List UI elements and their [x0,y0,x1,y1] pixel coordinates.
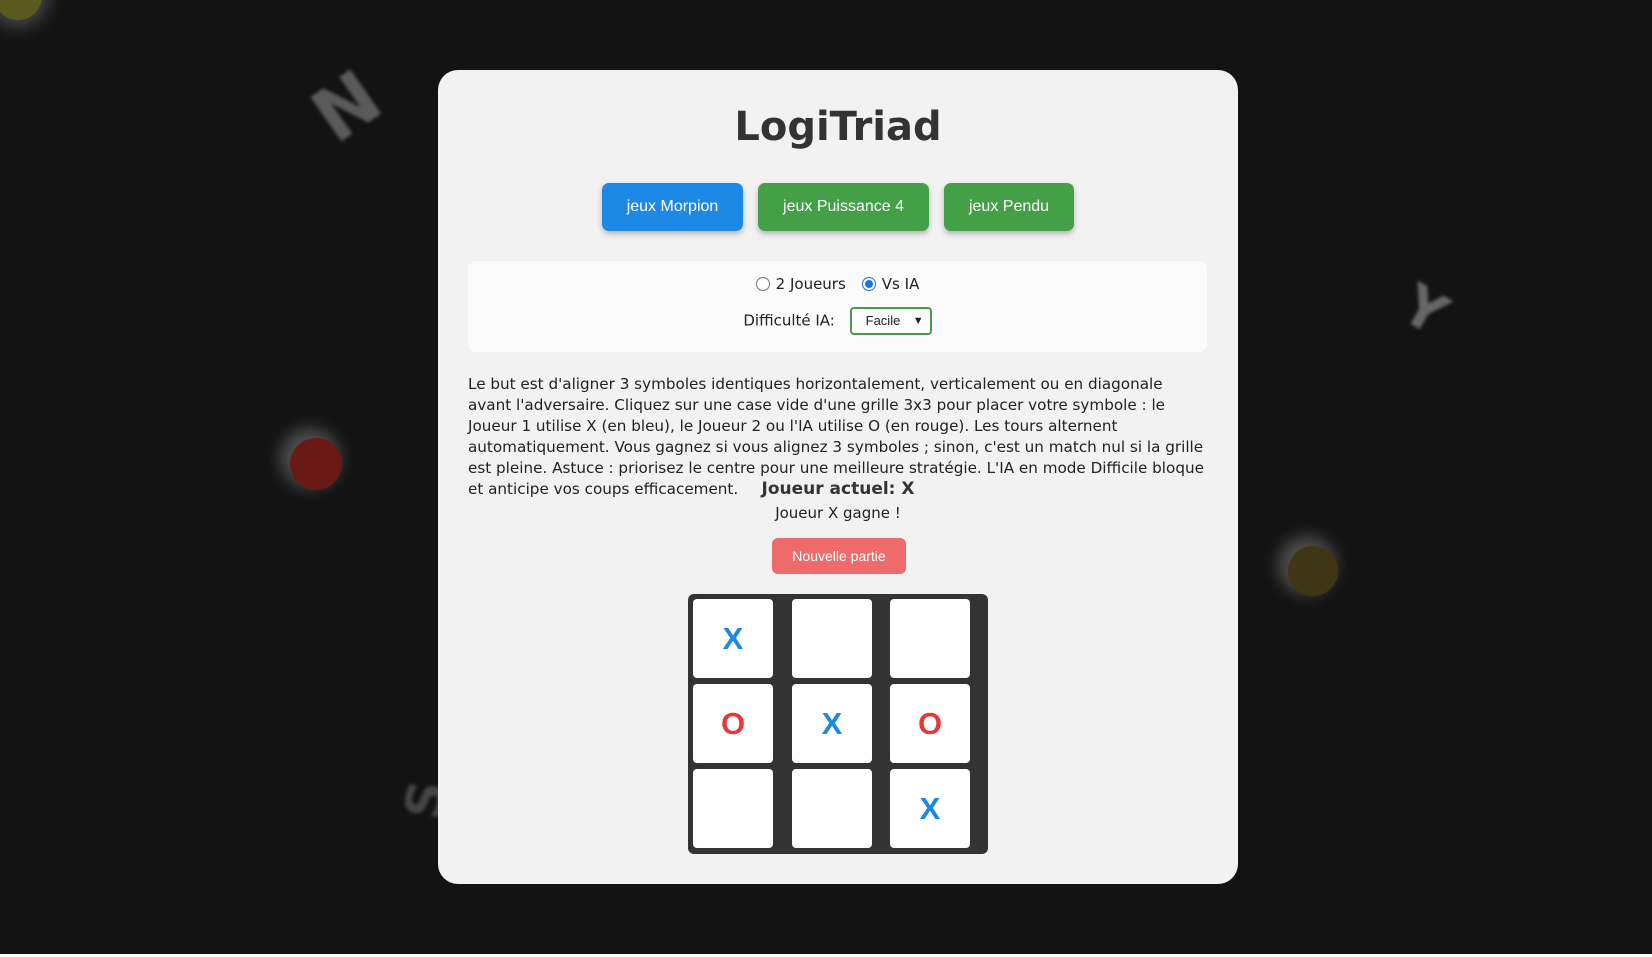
vs-ai-label[interactable]: Vs IA [882,275,920,293]
chevron-down-icon: ▼ [912,315,924,327]
tab-puissance-4[interactable]: jeux Puissance 4 [758,183,929,231]
board-cell[interactable]: X [693,599,773,678]
board-cell[interactable]: O [693,684,773,763]
background-yellow-token [0,0,42,20]
page-title: LogiTriad [734,104,942,150]
board-cell[interactable] [792,769,872,848]
two-players-radio[interactable] [755,276,770,291]
background-red-token [290,438,342,490]
difficulty-label: Difficulté IA: [743,311,835,330]
game-options-panel: 2 Joueurs Vs IA Difficulté IA: Facile ▼ [468,261,1207,352]
board-cell[interactable] [792,599,872,678]
background-letter-y: Y [1390,272,1459,349]
two-players-label[interactable]: 2 Joueurs [776,275,846,293]
board-cell[interactable]: O [890,684,970,763]
board-cell[interactable] [890,599,970,678]
background-yellow-token [1288,546,1338,596]
board-cell[interactable] [693,769,773,848]
vs-ai-radio[interactable] [861,276,876,291]
current-player: Joueur actuel: X [761,479,915,499]
board-cell[interactable]: X [890,769,970,848]
tab-morpion[interactable]: jeux Morpion [602,183,743,231]
difficulty-row: Difficulté IA: Facile ▼ [468,307,1207,335]
new-game-button[interactable]: Nouvelle partie [772,538,906,574]
difficulty-value: Facile [865,313,901,328]
board-cell[interactable]: X [792,684,872,763]
tic-tac-toe-board: X O X O X [688,594,988,854]
mode-selector: 2 Joueurs Vs IA [468,275,1207,293]
game-card: LogiTriad jeux Morpion jeux Puissance 4 … [438,70,1238,884]
background-letter-n: N [296,54,398,160]
tab-pendu[interactable]: jeux Pendu [944,183,1074,231]
difficulty-select[interactable]: Facile ▼ [849,307,932,335]
game-status: Joueur X gagne ! [775,504,901,522]
